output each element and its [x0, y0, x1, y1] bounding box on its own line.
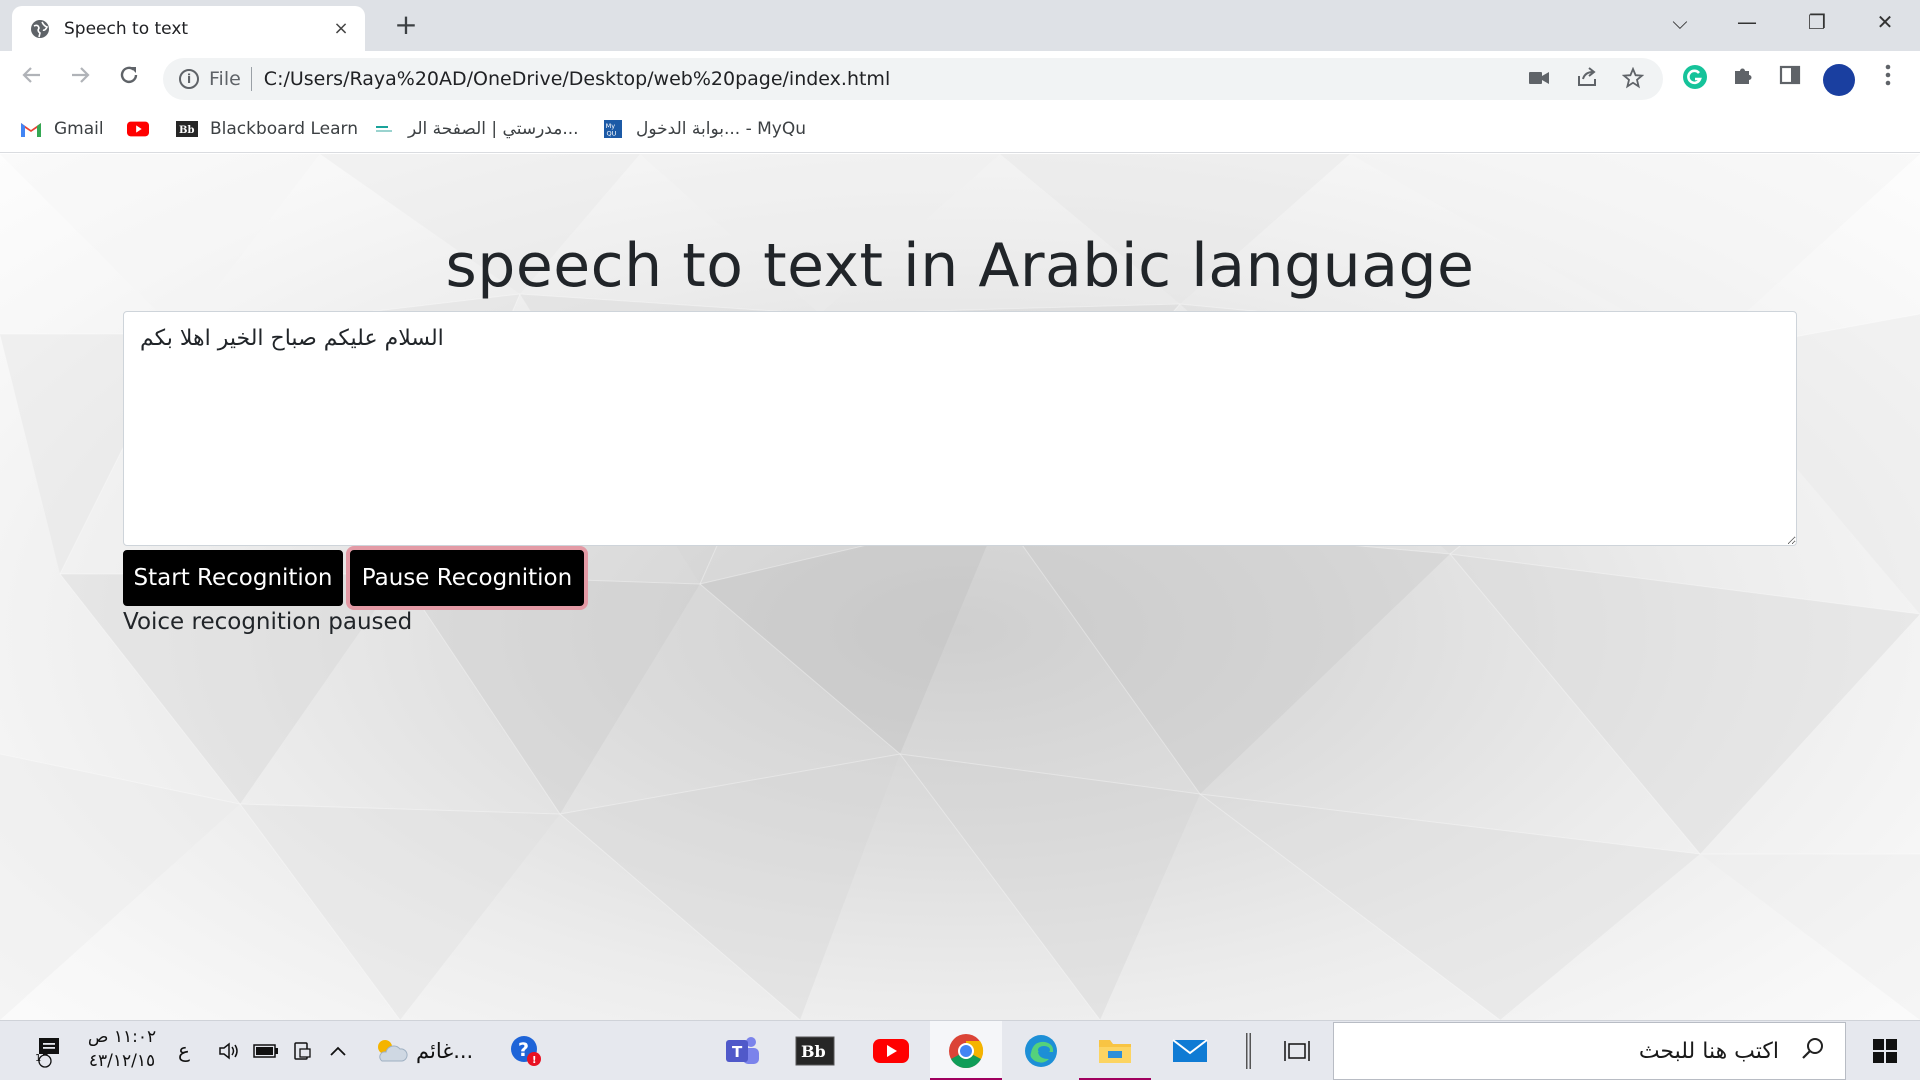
speech-textarea[interactable]: السلام عليكم صباح الخير اهلا بكم	[123, 311, 1797, 546]
blackboard-icon: Bb	[176, 121, 198, 137]
teams-icon: T	[726, 1037, 759, 1064]
address-bar[interactable]: i File C:/Users/Raya%20AD/OneDrive/Deskt…	[163, 58, 1663, 100]
search-icon	[1801, 1036, 1825, 1066]
bookmark-label: مدرستي | الصفحة الر...	[408, 119, 579, 139]
bookmark-madrasati[interactable]: مدرستي | الصفحة الر...	[374, 117, 579, 141]
svg-text:Bb: Bb	[801, 1042, 826, 1061]
arrow-left-icon	[22, 67, 40, 83]
folder-icon	[1099, 1040, 1131, 1063]
tab-close-icon[interactable]: ×	[329, 18, 353, 39]
youtube-app[interactable]	[855, 1021, 927, 1080]
partly-cloudy-icon	[378, 1040, 408, 1062]
chrome-app[interactable]	[930, 1021, 1002, 1080]
profile-avatar[interactable]	[1823, 64, 1855, 96]
svg-text:T: T	[732, 1043, 743, 1061]
camera-icon[interactable]	[1526, 67, 1552, 91]
bookmarks-bar: Gmail Bb Blackboard Learn مدرستي | الصفح…	[0, 106, 1920, 153]
blackboard-app[interactable]: Bb	[779, 1021, 851, 1080]
mail-app[interactable]	[1154, 1021, 1226, 1080]
page-title: speech to text in Arabic language	[445, 231, 1475, 301]
recognition-status: Voice recognition paused	[123, 609, 413, 635]
bookmark-label: Gmail	[54, 119, 104, 139]
clock-date: ٤٣/١٢/١٥	[88, 1051, 156, 1071]
task-view-icon	[1284, 1041, 1310, 1061]
site-info-icon[interactable]: i	[179, 69, 199, 89]
bookmark-blackboard[interactable]: Bb Blackboard Learn	[176, 117, 358, 141]
taskbar-separator	[1238, 1021, 1258, 1080]
browser-toolbar: i File C:/Users/Raya%20AD/OneDrive/Deskt…	[0, 51, 1920, 106]
page-content: speech to text in Arabic language السلام…	[0, 154, 1920, 1020]
tablet-mode-icon[interactable]	[286, 1021, 318, 1080]
bookmark-gmail[interactable]: Gmail	[20, 117, 104, 141]
reload-button[interactable]	[112, 63, 146, 93]
tab-strip: Speech to text × + ⌵ — ❐ ✕	[0, 0, 1920, 51]
task-view-button[interactable]	[1275, 1021, 1319, 1080]
forward-button[interactable]	[63, 63, 97, 93]
edge-icon	[1025, 1035, 1057, 1067]
pause-recognition-button[interactable]: Pause Recognition	[350, 550, 584, 606]
input-language-indicator[interactable]: ع	[178, 1038, 190, 1062]
tab-search-icon[interactable]: ⌵	[1660, 10, 1700, 34]
tab-title: Speech to text	[64, 18, 189, 39]
url-scheme: File	[209, 67, 252, 91]
svg-text:Bb: Bb	[179, 125, 194, 136]
reload-icon	[120, 66, 138, 84]
clock-time: ١١:٠٢ ص	[87, 1027, 157, 1047]
minimize-button[interactable]: —	[1727, 10, 1767, 34]
taskbar-search-box[interactable]: اكتب هنا للبحث	[1333, 1022, 1846, 1080]
mail-icon	[1172, 1039, 1208, 1062]
bookmark-youtube[interactable]	[127, 117, 161, 141]
file-explorer-app[interactable]	[1079, 1021, 1151, 1080]
arrow-right-icon	[72, 67, 90, 83]
battery-icon[interactable]	[250, 1021, 282, 1080]
help-icon[interactable]: ?!	[504, 1021, 548, 1080]
youtube-icon	[127, 121, 149, 137]
blackboard-icon: Bb	[795, 1036, 835, 1066]
clock[interactable]: ١١:٠٢ ص ٤٣/١٢/١٥	[84, 1025, 160, 1073]
back-button[interactable]	[15, 63, 49, 93]
svg-text:QU: QU	[606, 130, 616, 138]
svg-text:!: !	[532, 1055, 537, 1066]
kebab-menu-icon[interactable]	[1873, 64, 1903, 94]
weather-widget[interactable]: غائم...	[372, 1021, 482, 1080]
speaker-icon[interactable]	[214, 1021, 246, 1080]
notification-count: 1	[35, 1053, 42, 1064]
myqu-icon: MyQU	[604, 120, 622, 138]
side-panel-icon[interactable]	[1775, 64, 1805, 94]
madrasati-icon	[376, 126, 392, 132]
weather-text: غائم...	[416, 1039, 474, 1063]
close-window-button[interactable]: ✕	[1865, 10, 1905, 34]
start-recognition-button[interactable]: Start Recognition	[123, 550, 343, 606]
grammarly-icon[interactable]	[1680, 64, 1710, 94]
start-button[interactable]	[1862, 1021, 1908, 1080]
bookmark-star-icon[interactable]	[1620, 66, 1646, 91]
extensions-puzzle-icon[interactable]	[1728, 64, 1758, 94]
edge-app[interactable]	[1005, 1021, 1077, 1080]
teams-app[interactable]: T	[706, 1021, 778, 1080]
notification-center-button[interactable]: 1	[26, 1021, 72, 1080]
search-placeholder: اكتب هنا للبحث	[1638, 1038, 1779, 1064]
bookmark-myqu[interactable]: My QU بوابة الدخول... - MyQu	[602, 117, 806, 141]
chevron-up-icon[interactable]	[322, 1021, 354, 1080]
share-icon[interactable]	[1574, 67, 1600, 91]
youtube-icon	[873, 1039, 909, 1063]
gmail-icon	[21, 123, 41, 137]
new-tab-button[interactable]: +	[390, 10, 422, 40]
taskbar: 1 ١١:٠٢ ص ٤٣/١٢/١٥ ع غائم... ?! T Bb اكت…	[0, 1020, 1920, 1080]
browser-tab[interactable]: Speech to text ×	[12, 6, 365, 51]
restore-button[interactable]: ❐	[1797, 10, 1837, 34]
globe-icon	[31, 19, 49, 38]
windows-logo-icon	[1873, 1039, 1897, 1063]
url-text[interactable]: C:/Users/Raya%20AD/OneDrive/Desktop/web%…	[264, 68, 1663, 90]
bookmark-label: Blackboard Learn	[210, 119, 359, 139]
chrome-icon	[949, 1034, 984, 1068]
bookmark-label: بوابة الدخول... - MyQu	[636, 119, 807, 139]
